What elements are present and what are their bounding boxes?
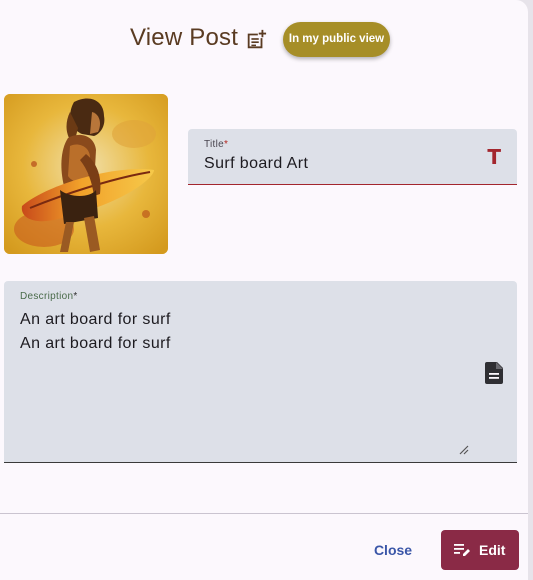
title-field[interactable]: Title* Surf board Art T: [188, 129, 517, 185]
edit-button-label: Edit: [479, 542, 506, 558]
dialog-title: View Post: [130, 24, 239, 51]
document-icon: [485, 362, 503, 384]
post-add-icon: [247, 29, 267, 49]
close-button[interactable]: Close: [366, 530, 420, 570]
post-image: [4, 94, 168, 254]
actions-divider: [0, 513, 528, 514]
surfer-artwork: [4, 94, 168, 254]
title-field-value[interactable]: Surf board Art: [204, 155, 308, 173]
resize-handle-icon[interactable]: [459, 445, 469, 455]
edit-note-icon: [454, 544, 470, 556]
view-post-dialog: View Post In my public view Title* Surf …: [0, 0, 528, 580]
description-field[interactable]: Description* An art board for surf An ar…: [4, 281, 517, 463]
public-view-chip[interactable]: In my public view: [283, 22, 390, 57]
title-field-label: Title*: [204, 139, 229, 150]
dialog-header: View Post In my public view: [0, 18, 528, 62]
description-field-label: Description*: [20, 291, 78, 302]
edit-button[interactable]: Edit: [441, 530, 519, 570]
text-t-icon: T: [487, 145, 501, 169]
description-field-value[interactable]: An art board for surf An art board for s…: [20, 308, 171, 356]
